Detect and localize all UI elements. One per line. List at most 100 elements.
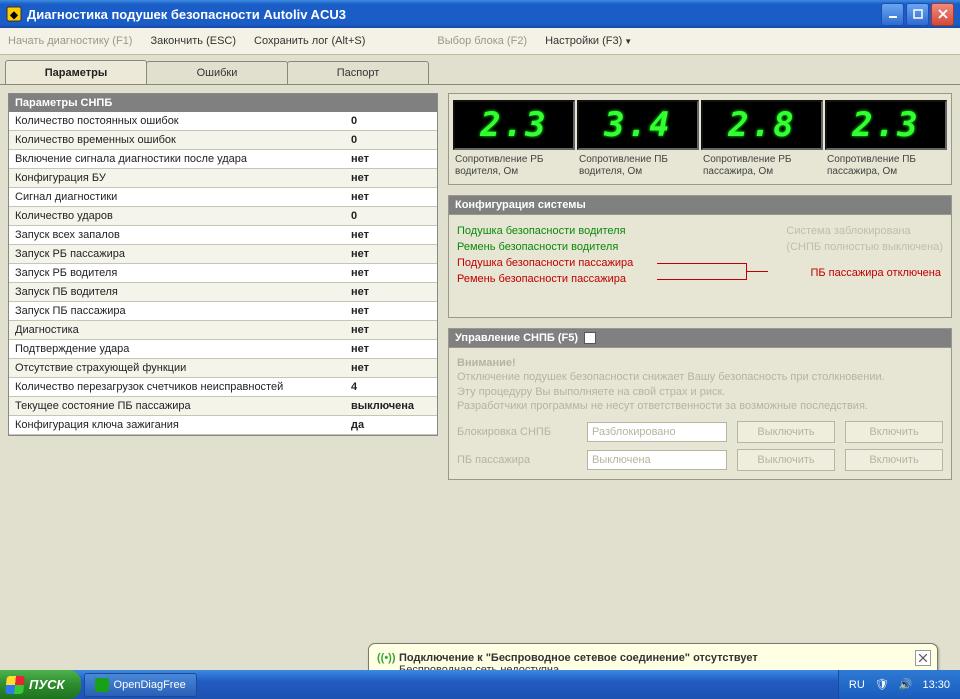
param-value: нет bbox=[345, 188, 437, 207]
gauge-display: 2.3 bbox=[453, 100, 575, 150]
param-value: 0 bbox=[345, 207, 437, 226]
param-name: Сигнал диагностики bbox=[9, 188, 345, 207]
param-name: Количество ударов bbox=[9, 207, 345, 226]
table-row: Количество ударов0 bbox=[9, 207, 437, 226]
gauge-display: 2.3 bbox=[825, 100, 947, 150]
cfg-sys-off: (СНПБ полностью выключена) bbox=[786, 239, 943, 255]
menu-settings[interactable]: Настройки (F3)▼ bbox=[545, 35, 632, 47]
balloon-close-button[interactable] bbox=[915, 650, 931, 666]
table-row: Запуск ПБ пассажиранет bbox=[9, 302, 437, 321]
param-name: Текущее состояние ПБ пассажира bbox=[9, 397, 345, 416]
tab-params[interactable]: Параметры bbox=[5, 60, 147, 84]
table-row: Включение сигнала диагностики после удар… bbox=[9, 150, 437, 169]
param-value: 4 bbox=[345, 378, 437, 397]
table-row: Подтверждение ударанет bbox=[9, 340, 437, 359]
close-button[interactable] bbox=[931, 3, 954, 26]
pb-off-button[interactable]: Выключить bbox=[737, 449, 835, 471]
param-name: Включение сигнала диагностики после удар… bbox=[9, 150, 345, 169]
client-area: Параметры СНПБ Количество постоянных оши… bbox=[0, 85, 960, 670]
titlebar[interactable]: ◆ Диагностика подушек безопасности Autol… bbox=[0, 0, 960, 28]
table-row: Сигнал диагностикинет bbox=[9, 188, 437, 207]
param-value: выключена bbox=[345, 397, 437, 416]
app-window: ◆ Диагностика подушек безопасности Autol… bbox=[0, 0, 960, 670]
params-header: Параметры СНПБ bbox=[9, 94, 437, 112]
gauge: 2.3 Сопротивление РБводителя, Ом bbox=[455, 100, 573, 178]
param-value: нет bbox=[345, 245, 437, 264]
tab-passport[interactable]: Паспорт bbox=[287, 61, 429, 84]
taskbar-item[interactable]: OpenDiagFree bbox=[84, 673, 197, 697]
control-section: Управление СНПБ (F5) Внимание! Отключени… bbox=[448, 328, 952, 480]
cfg-driver-pb: Подушка безопасности водителя bbox=[457, 223, 724, 239]
gauge: 2.3Сопротивление ПБпассажира, Ом bbox=[827, 100, 945, 178]
maximize-button[interactable] bbox=[906, 3, 929, 26]
tray-icon[interactable]: 🔊 bbox=[899, 678, 913, 691]
menu-save-log[interactable]: Сохранить лог (Alt+S) bbox=[254, 35, 365, 47]
menu-select-block[interactable]: Выбор блока (F2) bbox=[437, 35, 527, 47]
system-tray[interactable]: RU 🛡 🔊 13:30 bbox=[838, 670, 960, 699]
window-title: Диагностика подушек безопасности Autoliv… bbox=[27, 7, 346, 22]
params-table: Количество постоянных ошибок0Количество … bbox=[9, 112, 437, 435]
param-value: 0 bbox=[345, 131, 437, 150]
param-name: Диагностика bbox=[9, 321, 345, 340]
gauge-display: 3.4 bbox=[577, 100, 699, 150]
link-line-icon bbox=[657, 263, 747, 264]
gauge: 3.4Сопротивление ПБводителя, Ом bbox=[579, 100, 697, 178]
param-name: Конфигурация ключа зажигания bbox=[9, 416, 345, 435]
link-line-icon bbox=[657, 279, 747, 280]
lang-indicator[interactable]: RU bbox=[849, 679, 865, 691]
gauges-panel: 2.3 Сопротивление РБводителя, Ом 3.4Сопрот… bbox=[448, 93, 952, 185]
tab-errors[interactable]: Ошибки bbox=[146, 61, 288, 84]
table-row: Количество перезагрузок счетчиков неиспр… bbox=[9, 378, 437, 397]
param-value: нет bbox=[345, 359, 437, 378]
param-name: Запуск всех запалов bbox=[9, 226, 345, 245]
windows-flag-icon bbox=[5, 676, 25, 694]
menu-start-diag[interactable]: Начать диагностику (F1) bbox=[8, 35, 132, 47]
config-section: Конфигурация системы Подушка безопасност… bbox=[448, 195, 952, 318]
param-value: нет bbox=[345, 302, 437, 321]
param-name: Количество временных ошибок bbox=[9, 131, 345, 150]
lock-on-button[interactable]: Включить bbox=[845, 421, 943, 443]
gauge-label: Сопротивление РБпассажира, Ом bbox=[703, 154, 791, 178]
balloon-title: Подключение к "Беспроводное сетевое соед… bbox=[399, 652, 909, 664]
pb-state-input bbox=[587, 450, 727, 470]
minimize-button[interactable] bbox=[881, 3, 904, 26]
lock-off-button[interactable]: Выключить bbox=[737, 421, 835, 443]
table-row: Запуск ПБ водителянет bbox=[9, 283, 437, 302]
table-row: Количество временных ошибок0 bbox=[9, 131, 437, 150]
param-name: Конфигурация БУ bbox=[9, 169, 345, 188]
param-value: нет bbox=[345, 321, 437, 340]
control-title: Управление СНПБ (F5) bbox=[449, 329, 951, 348]
lock-label: Блокировка СНПБ bbox=[457, 426, 577, 438]
param-value: нет bbox=[345, 340, 437, 359]
gauge-label: Сопротивление РБводителя, Ом bbox=[455, 154, 543, 178]
param-value: нет bbox=[345, 283, 437, 302]
pb-label: ПБ пассажира bbox=[457, 454, 577, 466]
table-row: Количество постоянных ошибок0 bbox=[9, 112, 437, 131]
clock[interactable]: 13:30 bbox=[922, 679, 950, 691]
table-row: Текущее состояние ПБ пассажиравыключена bbox=[9, 397, 437, 416]
param-name: Запуск ПБ пассажира bbox=[9, 302, 345, 321]
tray-icon[interactable]: 🛡 bbox=[875, 678, 889, 691]
config-title: Конфигурация системы bbox=[449, 196, 951, 215]
start-button[interactable]: ПУСК bbox=[0, 670, 81, 699]
app-icon: ◆ bbox=[6, 6, 22, 22]
cfg-sys-locked: Система заблокирована bbox=[786, 223, 943, 239]
param-name: Подтверждение удара bbox=[9, 340, 345, 359]
table-row: Конфигурация БУнет bbox=[9, 169, 437, 188]
wireless-icon: ((•)) bbox=[377, 652, 396, 664]
warning-block: Внимание! Отключение подушек безопасност… bbox=[457, 356, 943, 413]
param-value: да bbox=[345, 416, 437, 435]
param-value: нет bbox=[345, 226, 437, 245]
tab-row: Параметры Ошибки Паспорт bbox=[0, 55, 960, 85]
lock-state-input bbox=[587, 422, 727, 442]
taskbar: ПУСК OpenDiagFree RU 🛡 🔊 13:30 bbox=[0, 670, 960, 699]
param-name: Запуск ПБ водителя bbox=[9, 283, 345, 302]
snpb-toggle-indicator[interactable] bbox=[584, 332, 596, 344]
close-icon bbox=[919, 654, 927, 662]
param-value: 0 bbox=[345, 112, 437, 131]
param-name: Количество постоянных ошибок bbox=[9, 112, 345, 131]
pb-on-button[interactable]: Включить bbox=[845, 449, 943, 471]
table-row: Запуск РБ водителянет bbox=[9, 264, 437, 283]
params-panel: Параметры СНПБ Количество постоянных оши… bbox=[8, 93, 438, 436]
menu-finish[interactable]: Закончить (ESC) bbox=[150, 35, 236, 47]
